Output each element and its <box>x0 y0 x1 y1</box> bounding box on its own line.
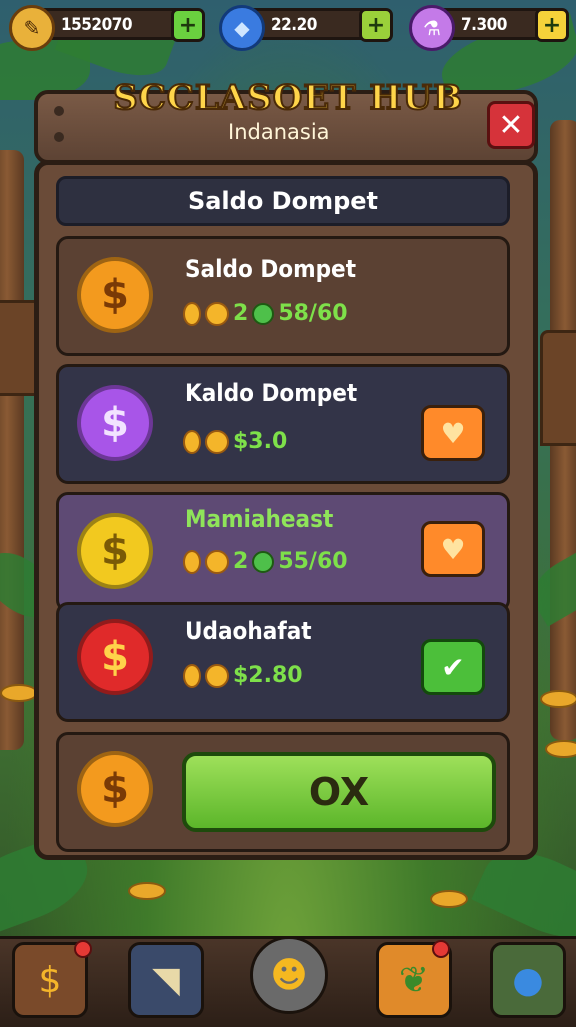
coin-stack-icon <box>183 549 201 574</box>
row-stat-value: $3.0 <box>233 429 288 454</box>
blue-orb-icon[interactable]: ● <box>490 942 566 1018</box>
green-gem-icon <box>252 550 275 573</box>
row-stat-value: 55/60 <box>278 549 348 574</box>
notification-badge <box>74 940 92 958</box>
wallet-row[interactable]: $ Mamiaheast 2 55/60 ♥ <box>56 492 510 612</box>
gem-counter-value: 22.20 <box>271 15 317 35</box>
row-stat: 2 58/60 <box>183 301 348 326</box>
coin-counter: ✎ 1552070 + <box>9 5 205 51</box>
potion-icon: ⚗ <box>409 5 455 51</box>
coin-scroll-icon: ✎ <box>9 5 55 51</box>
purple-coin-icon: $ <box>77 385 153 461</box>
ok-button[interactable]: OX <box>182 752 496 832</box>
coin-icon <box>205 663 229 688</box>
heart-button[interactable]: ♥ <box>421 405 485 461</box>
row-stat: $2.80 <box>183 663 303 688</box>
yellow-coin-icon: $ <box>77 513 153 589</box>
potion-counter-value: 7.300 <box>461 15 507 35</box>
row-stat-value: $2.80 <box>233 663 303 688</box>
heart-button[interactable]: ♥ <box>421 521 485 577</box>
gem-counter: ◆ 22.20 + <box>219 5 393 51</box>
coin-icon <box>205 549 229 574</box>
add-coins-button[interactable]: + <box>171 8 205 42</box>
coin-stack-icon <box>183 429 201 454</box>
row-stat-prefix: 2 <box>233 301 249 326</box>
blue-gem-icon: ◆ <box>219 5 265 51</box>
panel-subtitle: Indanasia <box>228 120 330 144</box>
coin-counter-value: 1552070 <box>61 15 133 35</box>
coin-stack-icon <box>183 663 201 688</box>
add-gems-button[interactable]: + <box>359 8 393 42</box>
close-button[interactable]: ✕ <box>487 101 535 149</box>
row-stat: $3.0 <box>183 429 287 454</box>
cannon-icon[interactable]: ◥ <box>128 942 204 1018</box>
gold-coin-icon: $ <box>77 257 153 333</box>
wallet-row[interactable]: $ Kaldo Dompet $3.0 ♥ <box>56 364 510 484</box>
red-coin-icon: $ <box>77 619 153 695</box>
coin-stack-icon <box>183 301 201 326</box>
wallet-row[interactable]: $ Udaohafat $2.80 ✔ <box>56 602 510 722</box>
row-name: Kaldo Dompet <box>185 379 358 407</box>
gold-coin-icon: $ <box>77 751 153 827</box>
coin-icon <box>205 301 229 326</box>
wallet-row[interactable]: $ Saldo Dompet 2 58/60 <box>56 236 510 356</box>
row-name: Mamiaheast <box>185 505 334 533</box>
notification-badge <box>432 940 450 958</box>
green-gem-icon <box>252 302 275 325</box>
row-name: Udaohafat <box>185 617 312 645</box>
row-stat-value: 58/60 <box>278 301 348 326</box>
row-stat: 2 55/60 <box>183 549 348 574</box>
check-button[interactable]: ✔ <box>421 639 485 695</box>
top-hud: ✎ 1552070 + ◆ 22.20 + ⚗ 7.300 + <box>0 0 576 52</box>
potion-counter: ⚗ 7.300 + <box>409 5 569 51</box>
row-stat-prefix: 2 <box>233 549 249 574</box>
wallet-header: Saldo Dompet <box>56 176 510 226</box>
row-name: Saldo Dompet <box>185 255 357 283</box>
add-potion-button[interactable]: + <box>535 8 569 42</box>
mascot-icon[interactable]: ☻ <box>250 936 328 1014</box>
coin-icon <box>205 429 229 454</box>
